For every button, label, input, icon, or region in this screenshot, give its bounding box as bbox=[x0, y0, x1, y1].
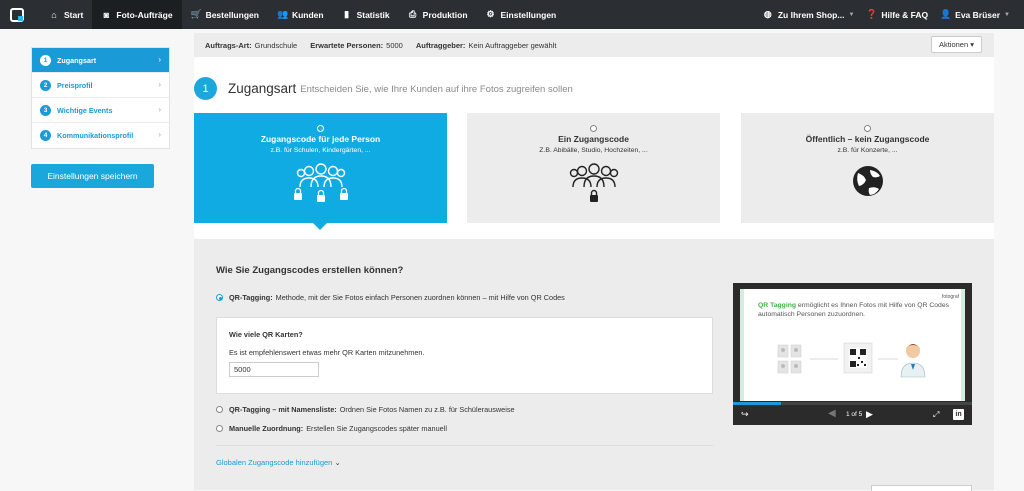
share-icon[interactable]: ↪ bbox=[741, 409, 749, 420]
globe-icon: ◍ bbox=[763, 9, 772, 19]
radio-button[interactable] bbox=[216, 425, 223, 432]
nav-foto-auftraege[interactable]: ◙ Foto-Aufträge bbox=[92, 0, 182, 29]
steps-sidebar: 1 Zugangsart › 2 Preisprofil › 3 Wichtig… bbox=[31, 47, 170, 149]
qr-hint: Es ist empfehlenswert etwas mehr QR Kart… bbox=[229, 348, 425, 357]
actions-dropdown-button[interactable]: Aktionen ▾ bbox=[930, 36, 982, 53]
card-title: Ein Zugangscode bbox=[558, 134, 629, 144]
card-code-per-person[interactable]: Zugangscode für jede Person z.B. für Sch… bbox=[194, 113, 447, 223]
order-type: Auftrags-Art: Grundschule bbox=[205, 40, 298, 50]
sidebar-item-label: Preisprofil bbox=[57, 80, 93, 90]
sidebar-item-label: Wichtige Events bbox=[57, 105, 113, 115]
code-creation-panel: Wie Sie Zugangscodes erstellen können? Q… bbox=[194, 239, 994, 490]
slide-text: QR Tagging ermöglicht es Ihnen Fotos mit… bbox=[758, 302, 950, 318]
previous-icon[interactable]: ◀ bbox=[828, 408, 836, 419]
page-subtitle: Entscheiden Sie, wie Ihre Kunden auf ihr… bbox=[300, 84, 573, 95]
card-single-code[interactable]: Ein Zugangscode Z.B. Abibälle, Studio, H… bbox=[467, 113, 720, 223]
card-subtitle: z.B. für Schulen, Kindergärten, ... bbox=[270, 147, 371, 154]
step-number: 1 bbox=[40, 54, 51, 66]
section-number: 1 bbox=[194, 77, 217, 100]
option-manual-assignment[interactable]: Manuelle Zuordnung: Erstellen Sie Zugang… bbox=[216, 424, 447, 433]
sidebar-item-zugangsart[interactable]: 1 Zugangsart › bbox=[32, 48, 169, 73]
sidebar-item-label: Kommunikationsprofil bbox=[57, 131, 134, 140]
slideshow-player[interactable]: fotograf QR Tagging ermöglicht es Ihnen … bbox=[733, 283, 972, 425]
qr-card-count-box: Wie viele QR Karten? Es ist empfehlenswe… bbox=[216, 317, 713, 394]
nav-user-menu[interactable]: 👤 Eva Brüser ▼ bbox=[934, 0, 1016, 29]
option-qr-tagging[interactable]: QR-Tagging: Methode, mit der Sie Fotos e… bbox=[216, 293, 565, 302]
client: Auftraggeber: Kein Auftraggeber gewählt bbox=[415, 40, 557, 50]
nav-statistik[interactable]: ▮ Statistik bbox=[333, 0, 399, 29]
order-info-bar: Auftrags-Art: Grundschule Erwartete Perso… bbox=[194, 33, 994, 57]
nav-einstellungen[interactable]: ⚙ Einstellungen bbox=[477, 0, 566, 29]
nav-kunden[interactable]: 👥 Kunden bbox=[268, 0, 333, 29]
slide: fotograf QR Tagging ermöglicht es Ihnen … bbox=[740, 289, 965, 401]
page-title: Zugangsart bbox=[228, 81, 297, 96]
nav-shop-link[interactable]: ◍ Zu Ihrem Shop... ▼ bbox=[757, 0, 861, 29]
group-with-locks-icon bbox=[194, 161, 447, 212]
step-number: 2 bbox=[40, 79, 51, 91]
card-public-no-code[interactable]: Öffentlich – kein Zugangscode z.B. für K… bbox=[741, 113, 994, 223]
help-icon: ❓ bbox=[866, 9, 878, 19]
option-qr-tagging-namelist[interactable]: QR-Tagging – mit Namensliste: Ordnen Sie… bbox=[216, 405, 515, 414]
qr-card-count-input[interactable] bbox=[229, 362, 319, 377]
slide-border bbox=[961, 289, 965, 401]
expected-persons: Erwartete Personen: 5000 bbox=[310, 40, 403, 50]
slide-page-indicator: 1 of 5 bbox=[846, 411, 863, 418]
radio-button[interactable] bbox=[216, 406, 223, 413]
home-icon: ⌂ bbox=[51, 9, 57, 20]
nav-help[interactable]: ❓ Hilfe & FAQ bbox=[860, 0, 934, 29]
card-title: Zugangscode für jede Person bbox=[260, 134, 381, 144]
chevron-right-icon: › bbox=[158, 55, 161, 64]
slide-brand: fotograf bbox=[942, 294, 959, 300]
nav-start[interactable]: ⌂ Start bbox=[40, 0, 92, 29]
card-radio[interactable] bbox=[590, 125, 597, 132]
card-pointer-arrow bbox=[313, 223, 327, 230]
save-settings-button[interactable]: Einstellungen speichern bbox=[31, 164, 154, 188]
globe-icon bbox=[741, 161, 994, 206]
sidebar-item-events[interactable]: 3 Wichtige Events › bbox=[32, 98, 169, 123]
card-title: Öffentlich – kein Zugangscode bbox=[805, 134, 930, 144]
partial-bottom-button[interactable] bbox=[871, 485, 972, 491]
next-icon[interactable]: ▶ bbox=[866, 409, 873, 420]
qr-tagging-illustration-icon bbox=[777, 342, 926, 378]
users-icon: 👥 bbox=[276, 9, 289, 19]
divider bbox=[216, 445, 713, 446]
add-global-code-link[interactable]: Globalen Zugangscode hinzufügen ⌄ bbox=[216, 458, 341, 467]
card-radio[interactable] bbox=[317, 125, 324, 132]
printer-icon: ⎙ bbox=[409, 9, 417, 19]
slide-border bbox=[740, 289, 744, 401]
slideshow-controls: ↪ ◀ 1 of 5 ▶ ⤢ in bbox=[733, 405, 972, 425]
caret-down-icon: ▼ bbox=[1004, 11, 1010, 18]
fullscreen-icon[interactable]: ⤢ bbox=[933, 410, 939, 420]
linkedin-icon[interactable]: in bbox=[953, 409, 964, 420]
section-heading: 1 Zugangsart Entscheiden Sie, wie Ihre K… bbox=[194, 77, 573, 100]
chevron-right-icon: › bbox=[158, 130, 161, 139]
top-navbar: ⌂ Start ◙ Foto-Aufträge 🛒 Bestellungen 👥 Kun… bbox=[0, 0, 1024, 29]
user-icon: 👤 bbox=[940, 9, 952, 19]
gear-icon: ⚙ bbox=[486, 9, 495, 19]
card-subtitle: Z.B. Abibälle, Studio, Hochzeiten, ... bbox=[539, 147, 648, 154]
card-subtitle: z.B. für Konzerte, ... bbox=[837, 147, 898, 154]
qr-question: Wie viele QR Karten? bbox=[229, 330, 303, 339]
camera-icon: ◙ bbox=[103, 9, 110, 20]
sidebar-item-kommunikation[interactable]: 4 Kommunikationsprofil › bbox=[32, 123, 169, 148]
chevron-right-icon: › bbox=[158, 105, 161, 114]
app-logo[interactable] bbox=[10, 7, 24, 22]
nav-produktion[interactable]: ⎙ Produktion bbox=[399, 0, 477, 29]
card-radio[interactable] bbox=[864, 125, 871, 132]
chevron-right-icon: › bbox=[158, 80, 161, 89]
access-type-panel: 1 Zugangsart Entscheiden Sie, wie Ihre K… bbox=[194, 57, 994, 239]
section-heading: Wie Sie Zugangscodes erstellen können? bbox=[216, 265, 404, 276]
sidebar-item-label: Zugangsart bbox=[57, 55, 97, 65]
group-single-lock-icon bbox=[467, 161, 720, 212]
bar-chart-icon: ▮ bbox=[344, 9, 350, 19]
sidebar-item-preisprofil[interactable]: 2 Preisprofil › bbox=[32, 73, 169, 98]
nav-bestellungen[interactable]: 🛒 Bestellungen bbox=[182, 0, 268, 29]
cart-icon: 🛒 bbox=[190, 9, 202, 19]
step-number: 4 bbox=[40, 130, 51, 141]
step-number: 3 bbox=[40, 104, 51, 116]
caret-down-icon: ▼ bbox=[848, 11, 855, 18]
radio-button[interactable] bbox=[216, 294, 223, 301]
chevron-down-icon: ⌄ bbox=[334, 458, 341, 467]
